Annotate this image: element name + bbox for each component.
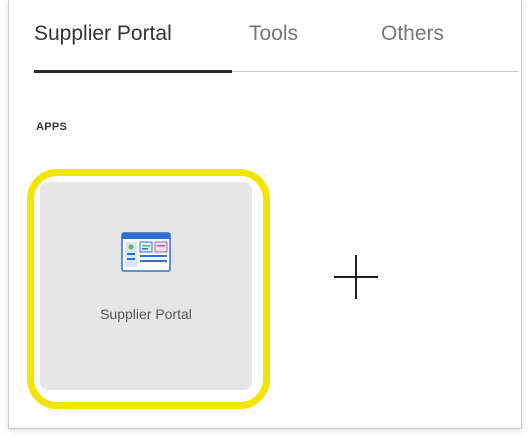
tab-bar: Supplier Portal Tools Others (9, 0, 521, 76)
app-tile-supplier-portal[interactable]: Supplier Portal (40, 182, 252, 390)
app-launcher-panel: Supplier Portal Tools Others APPS Suppli… (8, 0, 522, 429)
add-app-button[interactable] (334, 255, 378, 299)
tab-tools[interactable]: Tools (249, 22, 298, 46)
tab-others[interactable]: Others (381, 22, 444, 46)
active-tab-indicator (34, 70, 232, 73)
app-tile-label: Supplier Portal (100, 306, 192, 322)
app-window-icon (121, 232, 171, 272)
apps-section-label: APPS (36, 121, 68, 133)
tab-supplier-portal[interactable]: Supplier Portal (34, 22, 172, 46)
